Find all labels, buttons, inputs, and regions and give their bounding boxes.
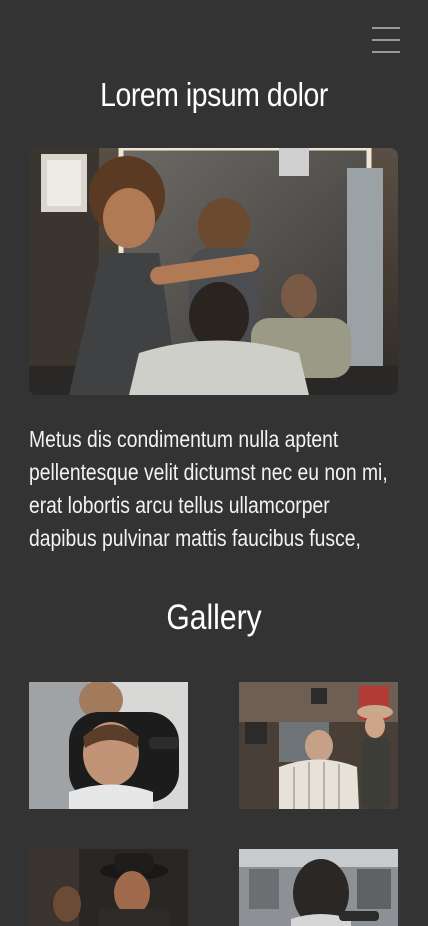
gallery-item-barbershop-chair[interactable] <box>239 682 398 809</box>
page-title: Lorem ipsum dolor <box>100 76 328 113</box>
menu-bar <box>372 39 400 41</box>
gallery-item-barber-fade[interactable] <box>29 682 188 809</box>
gallery-item-man-in-hat[interactable] <box>29 849 188 926</box>
menu-bar <box>372 51 400 53</box>
gallery-item-haircut-back-view[interactable] <box>239 849 398 926</box>
hamburger-menu-icon[interactable] <box>372 27 400 54</box>
gallery-title: Gallery <box>166 598 262 637</box>
hero-image <box>29 148 398 395</box>
intro-paragraph: Metus dis condimentum nulla aptent pelle… <box>29 426 388 551</box>
menu-bar <box>372 27 400 29</box>
